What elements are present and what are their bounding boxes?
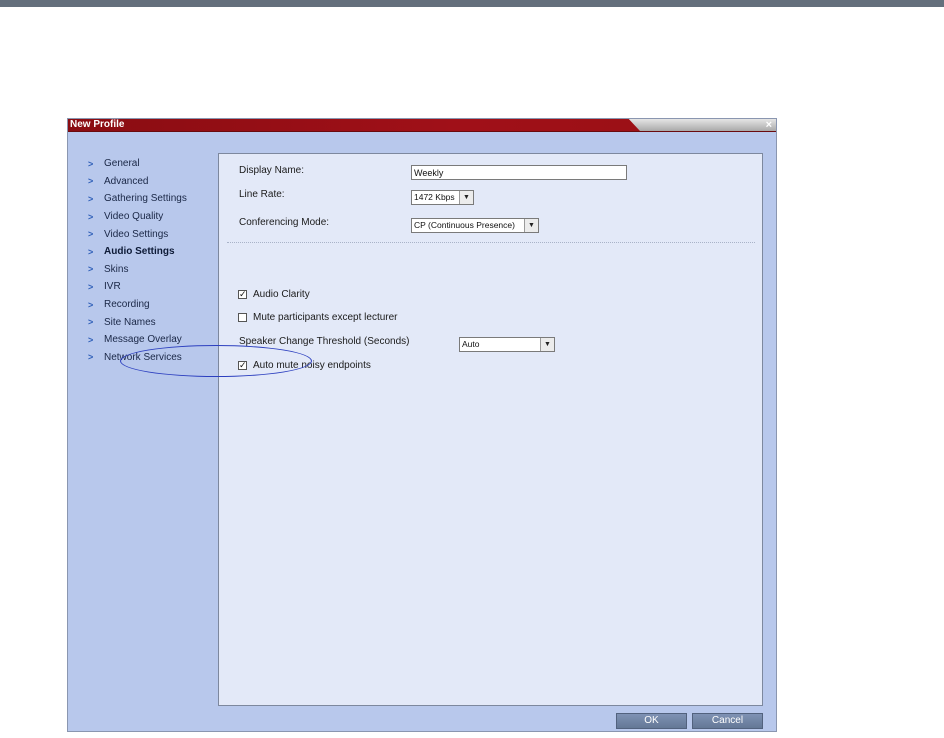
mute-participants-checkbox-row[interactable]: Mute participants except lecturer	[238, 312, 398, 323]
mute-participants-checkbox[interactable]	[238, 313, 247, 322]
sidebar-item-general[interactable]: > General	[88, 155, 216, 173]
sidebar-item-gathering-settings[interactable]: > Gathering Settings	[88, 190, 216, 208]
sidebar-item-skins[interactable]: > Skins	[88, 261, 216, 279]
chevron-right-icon: >	[88, 193, 94, 204]
line-rate-select[interactable]: 1472 Kbps ▼	[411, 190, 474, 205]
dropdown-arrow-icon[interactable]: ▼	[540, 338, 554, 351]
conferencing-mode-value: CP (Continuous Presence)	[414, 220, 515, 230]
titlebar-decoration	[628, 119, 776, 131]
chevron-right-icon: >	[88, 176, 94, 187]
dropdown-arrow-icon[interactable]: ▼	[459, 191, 473, 204]
sidebar-item-recording[interactable]: > Recording	[88, 296, 216, 314]
chevron-right-icon: >	[88, 211, 94, 222]
sidebar-item-video-settings[interactable]: > Video Settings	[88, 225, 216, 243]
audio-clarity-checkbox[interactable]: ✓	[238, 290, 247, 299]
cancel-button[interactable]: Cancel	[692, 713, 763, 729]
new-profile-dialog: New Profile × > General > Advanced > Gather…	[67, 118, 777, 732]
chevron-right-icon: >	[88, 264, 94, 275]
sidebar-nav: > General > Advanced > Gathering Settings >…	[88, 155, 216, 366]
chevron-right-icon: >	[88, 334, 94, 345]
speaker-threshold-value: Auto	[462, 339, 480, 349]
sidebar-item-audio-settings[interactable]: > Audio Settings	[88, 243, 216, 261]
sidebar-item-site-names[interactable]: > Site Names	[88, 313, 216, 331]
chevron-right-icon: >	[88, 317, 94, 328]
line-rate-label: Line Rate:	[239, 189, 285, 200]
line-rate-value: 1472 Kbps	[414, 192, 455, 202]
sidebar-item-video-quality[interactable]: > Video Quality	[88, 208, 216, 226]
section-divider	[227, 242, 755, 243]
chevron-right-icon: >	[88, 229, 94, 240]
conferencing-mode-select[interactable]: CP (Continuous Presence) ▼	[411, 218, 539, 233]
sidebar-item-ivr[interactable]: > IVR	[88, 278, 216, 296]
sidebar-item-network-services[interactable]: > Network Services	[88, 349, 216, 367]
chevron-right-icon: >	[88, 158, 94, 169]
speaker-threshold-label: Speaker Change Threshold (Seconds)	[239, 336, 410, 347]
auto-mute-label: Auto mute noisy endpoints	[253, 360, 371, 371]
conferencing-mode-label: Conferencing Mode:	[239, 217, 330, 228]
chevron-right-icon: >	[88, 299, 94, 310]
chevron-right-icon: >	[88, 352, 94, 363]
ok-button[interactable]: OK	[616, 713, 687, 729]
auto-mute-checkbox-row[interactable]: ✓ Auto mute noisy endpoints	[238, 360, 371, 371]
mute-participants-label: Mute participants except lecturer	[253, 312, 398, 323]
audio-clarity-label: Audio Clarity	[253, 289, 310, 300]
top-rule	[0, 0, 944, 7]
speaker-threshold-select[interactable]: Auto ▼	[459, 337, 555, 352]
dialog-title: New Profile	[70, 119, 125, 130]
chevron-right-icon: >	[88, 281, 94, 292]
sidebar-item-message-overlay[interactable]: > Message Overlay	[88, 331, 216, 349]
chevron-right-icon: >	[88, 246, 94, 257]
display-name-label: Display Name:	[239, 165, 305, 176]
sidebar-item-advanced[interactable]: > Advanced	[88, 173, 216, 191]
auto-mute-checkbox[interactable]: ✓	[238, 361, 247, 370]
audio-clarity-checkbox-row[interactable]: ✓ Audio Clarity	[238, 289, 310, 300]
dropdown-arrow-icon[interactable]: ▼	[524, 219, 538, 232]
settings-panel: Display Name: Line Rate: 1472 Kbps ▼ Con…	[218, 153, 763, 706]
display-name-input[interactable]	[411, 165, 627, 180]
dialog-titlebar[interactable]: New Profile ×	[68, 119, 776, 132]
close-icon[interactable]: ×	[766, 119, 772, 131]
